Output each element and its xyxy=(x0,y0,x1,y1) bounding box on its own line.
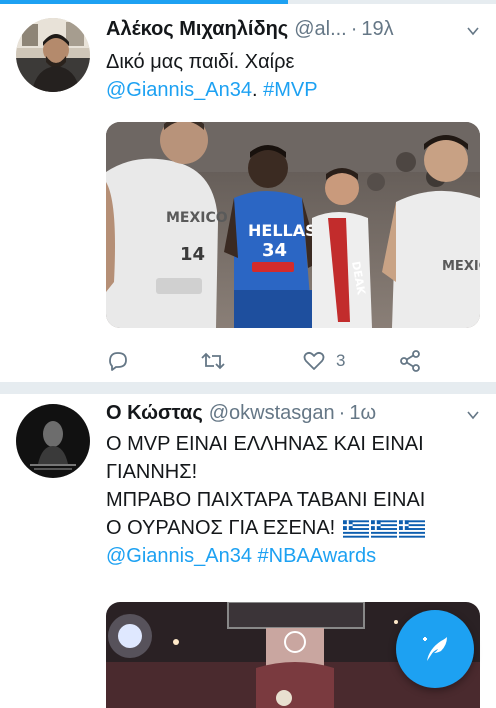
tweet-header: Αλέκος Μιχαηλίδης @al... · 19λ xyxy=(106,18,480,46)
tweet[interactable]: Αλέκος Μιχαηλίδης @al... · 19λ Δικό μας … xyxy=(0,4,496,382)
share-button[interactable] xyxy=(398,346,422,376)
tweet-text-punct: . xyxy=(251,79,264,101)
jersey-text: 14 xyxy=(180,244,205,265)
author-name[interactable]: Αλέκος Μιχαηλίδης xyxy=(106,18,288,41)
jersey-text: MEXICO xyxy=(166,210,228,226)
compose-tweet-icon xyxy=(423,637,447,661)
jersey-text: HELLAS xyxy=(248,221,317,240)
tweet-text-line: ΜΠΡΑΒΟ ΠΑΙΧΤΑΡΑ ΤΑΒΑΝΙ ΕΙΝΑΙ xyxy=(106,489,426,511)
greek-flag-icon xyxy=(342,520,369,538)
greek-flag-icon xyxy=(398,520,425,538)
tweet-header: Ο Κώστας @okwstasgan · 1ω xyxy=(106,402,480,430)
chevron-down-icon[interactable] xyxy=(466,24,480,38)
timestamp[interactable]: 1ω xyxy=(349,402,376,425)
jersey-text: MEXICO xyxy=(442,259,480,274)
tweet-text: Ο MVP ΕΙΝΑΙ ΕΛΛΗΝΑΣ ΚΑΙ ΕΙΝΑΙ ΓΙΑΝΝΗΣ! Μ… xyxy=(106,430,482,570)
author-name[interactable]: Ο Κώστας xyxy=(106,402,203,425)
tweet-divider xyxy=(0,382,496,394)
hashtag-link[interactable]: #MVP xyxy=(263,79,317,101)
timestamp[interactable]: 19λ xyxy=(361,18,393,41)
tweet-text-line: ΓΙΑΝΝΗΣ! xyxy=(106,461,198,483)
retweet-icon xyxy=(201,352,225,370)
mention-link[interactable]: @Giannis_An34 xyxy=(106,545,252,567)
author-handle[interactable]: @al... xyxy=(294,18,347,41)
like-button[interactable]: 3 xyxy=(302,346,345,376)
tweet-text-line: Ο MVP ΕΙΝΑΙ ΕΛΛΗΝΑΣ ΚΑΙ ΕΙΝΑΙ xyxy=(106,433,424,455)
reply-icon xyxy=(109,352,127,371)
author-handle[interactable]: @okwstasgan xyxy=(209,402,335,425)
tweet-text-line: Ο ΟΥΡΑΝΟΣ ΓΙΑ ΕΣΕΝΑ! xyxy=(106,517,336,539)
retweet-button[interactable] xyxy=(200,346,226,376)
separator: · xyxy=(338,402,346,424)
separator: · xyxy=(350,18,358,40)
chevron-down-icon[interactable] xyxy=(466,408,480,422)
avatar[interactable] xyxy=(16,404,90,478)
share-icon xyxy=(400,350,420,372)
hashtag-link[interactable]: #NBAAwards xyxy=(258,545,377,567)
tweet-text: Δικό μας παιδί. Χαίρε @Giannis_An34. #MV… xyxy=(106,48,482,104)
like-count: 3 xyxy=(336,351,346,370)
jersey-text: 34 xyxy=(262,240,287,261)
greek-flag-icon xyxy=(370,520,397,538)
heart-icon xyxy=(303,351,325,370)
tweet-media-photo[interactable]: MEXICO 14 HELLAS 34 DEAK MEXICO xyxy=(106,122,480,328)
mention-link[interactable]: @Giannis_An34 xyxy=(106,79,252,101)
compose-tweet-button[interactable] xyxy=(396,610,474,688)
tweet-text-line: Δικό μας παιδί. Χαίρε xyxy=(106,51,295,73)
reply-button[interactable] xyxy=(106,346,130,376)
tweet-actions: 3 xyxy=(106,346,480,376)
avatar[interactable] xyxy=(16,18,90,92)
